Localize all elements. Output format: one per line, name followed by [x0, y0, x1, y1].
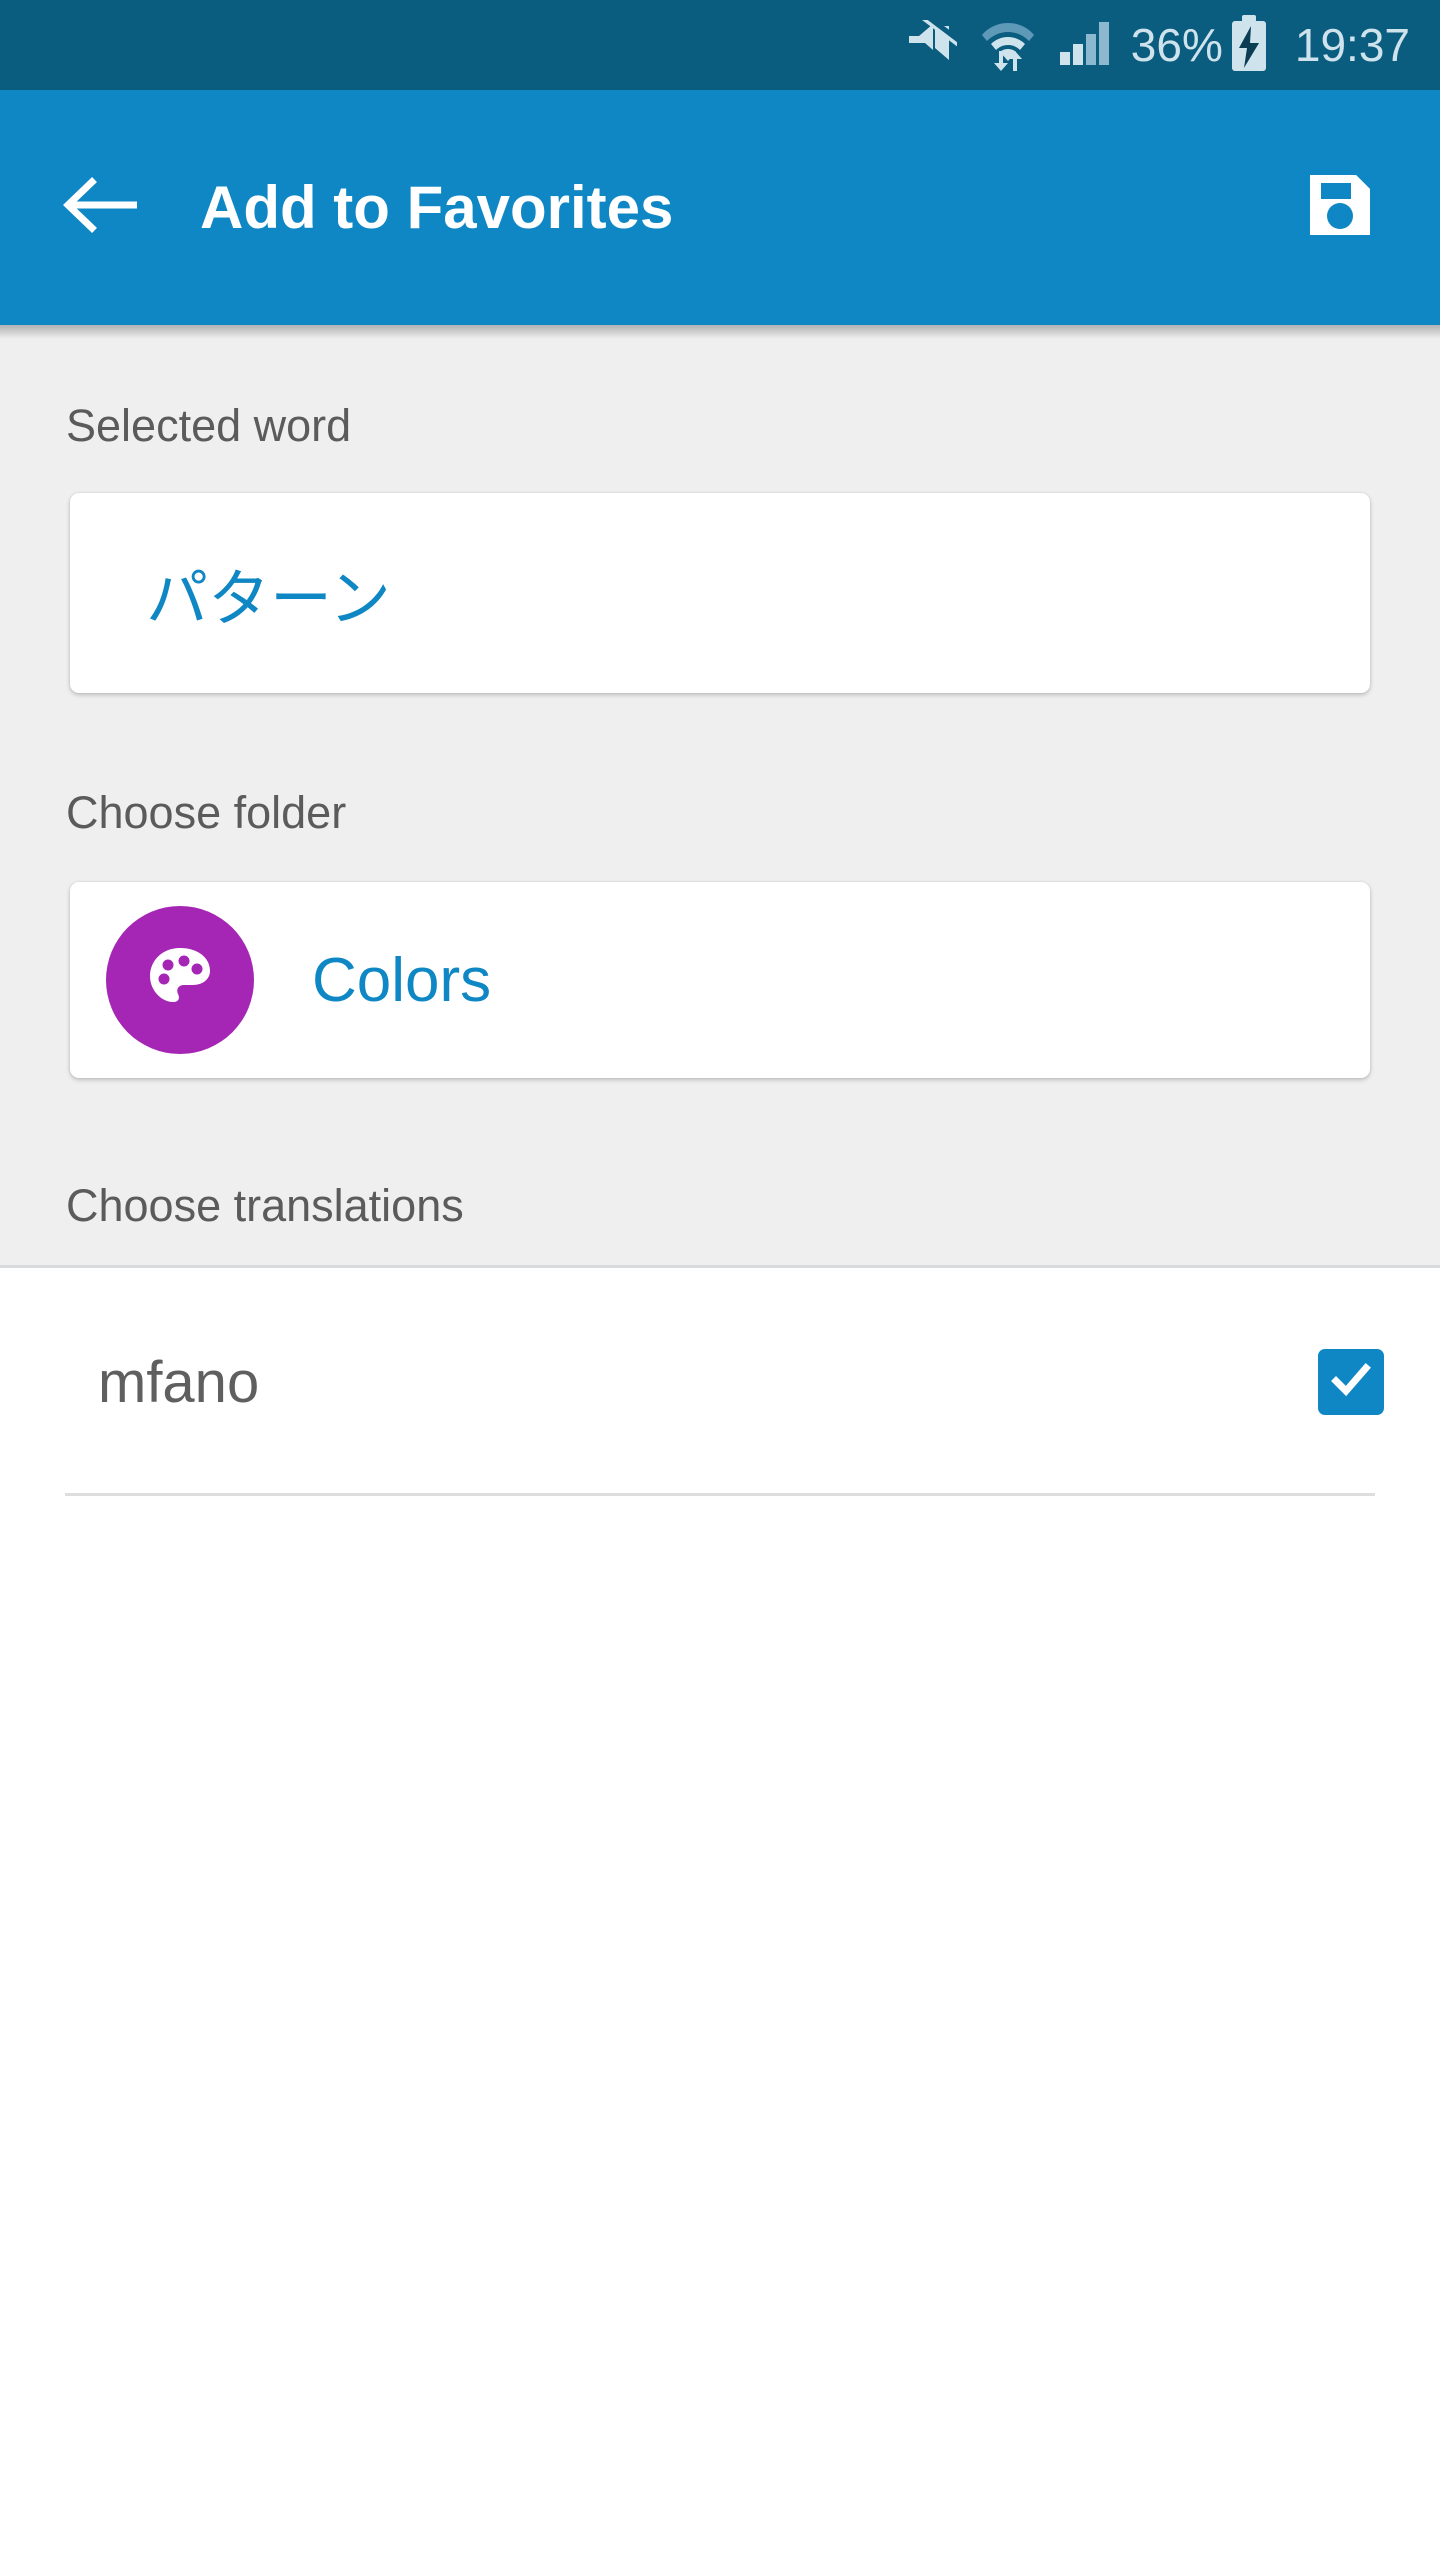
status-bar: 36% 19:37 — [0, 0, 1440, 90]
battery-percent-label: 36% — [1130, 19, 1223, 71]
save-floppy-icon — [1304, 169, 1376, 246]
signal-icon — [1059, 20, 1111, 71]
check-icon — [1327, 1356, 1375, 1409]
row-divider — [65, 1493, 1375, 1496]
translations-list: mfano — [0, 1268, 1440, 1496]
folder-selector-card[interactable]: Colors — [70, 882, 1370, 1078]
back-button[interactable] — [42, 148, 162, 268]
selected-word-card[interactable]: パターン — [70, 493, 1370, 693]
page-title: Add to Favorites — [200, 174, 674, 241]
back-arrow-icon — [62, 174, 141, 241]
clock-label: 19:37 — [1294, 19, 1410, 71]
app-bar-shadow — [0, 325, 1440, 339]
folder-icon-badge — [106, 906, 254, 1054]
list-item[interactable]: mfano — [0, 1268, 1440, 1496]
folder-name: Colors — [312, 945, 492, 1015]
selected-word-value: パターン — [146, 562, 391, 635]
choose-translations-label: Choose translations — [66, 1180, 464, 1231]
translation-label: mfano — [98, 1349, 260, 1415]
battery-charging-icon — [1229, 14, 1269, 77]
app-screen: 36% 19:37 Add to Favorites Selected word… — [0, 0, 1440, 2560]
app-bar: Add to Favorites — [0, 90, 1440, 325]
save-button[interactable] — [1280, 148, 1400, 268]
selected-word-label: Selected word — [66, 400, 352, 451]
translation-checkbox[interactable] — [1318, 1349, 1384, 1415]
palette-icon — [140, 938, 220, 1023]
wifi-icon — [979, 15, 1037, 76]
choose-folder-label: Choose folder — [66, 787, 347, 838]
mute-icon — [905, 8, 964, 71]
